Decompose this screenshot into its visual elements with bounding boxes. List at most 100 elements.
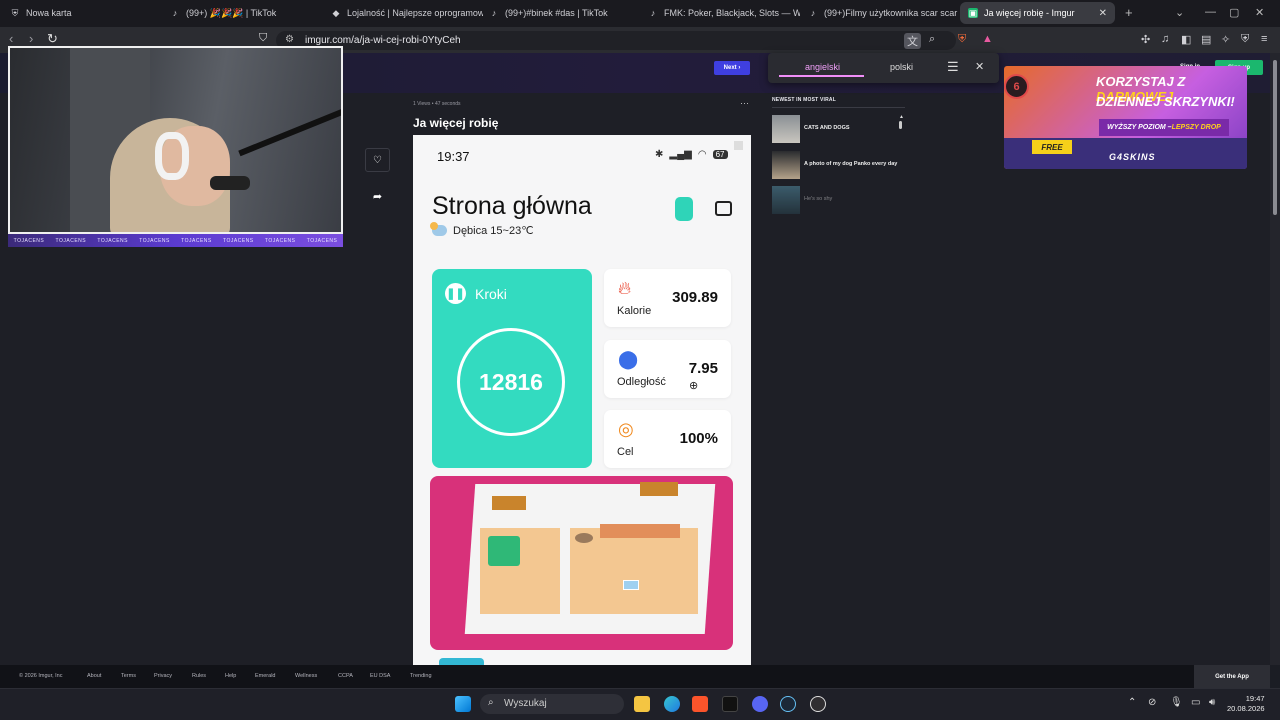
forward-icon[interactable]: › xyxy=(29,31,33,46)
capcut-icon[interactable] xyxy=(722,696,738,712)
network-off-icon[interactable]: ⊘ xyxy=(1148,697,1156,708)
new-tab-button[interactable]: + xyxy=(1125,5,1133,20)
phone-page-title: Strona główna xyxy=(432,192,592,220)
display-icon[interactable]: ▭ xyxy=(1191,697,1200,708)
footer-link[interactable]: CCPA xyxy=(338,673,353,679)
favorite-button[interactable]: ♡ xyxy=(365,148,390,172)
footer-link[interactable]: Privacy xyxy=(154,673,172,679)
battery-icon: 67 xyxy=(712,150,728,159)
partly-cloudy-icon xyxy=(430,222,447,236)
media-icon[interactable]: ♫ xyxy=(1161,33,1169,45)
microphone-icon xyxy=(210,176,250,190)
browser-tab[interactable]: ♪ (99+) 🎉🎉🎉 | TikTok xyxy=(162,2,322,24)
rug-illustration xyxy=(623,580,639,590)
footer-link[interactable]: EU DSA xyxy=(370,673,390,679)
browser-tab[interactable]: ♪ (99+)Filmy użytkownika scar scar (@ xyxy=(800,2,960,24)
chevron-down-icon[interactable]: ⌄ xyxy=(1175,6,1184,19)
room-illustration xyxy=(430,476,733,650)
sidebar-icon[interactable]: ◧ xyxy=(1181,33,1191,46)
cabinet-illustration xyxy=(492,496,526,510)
brave-shield-icon[interactable]: ⛨ xyxy=(958,33,966,46)
chevron-right-icon: › xyxy=(738,65,741,71)
edge-icon[interactable] xyxy=(664,696,680,712)
more-options-icon[interactable]: ··· xyxy=(740,98,749,108)
vpn-icon[interactable]: ⛨ xyxy=(1241,33,1249,46)
steps-ring: 12816 xyxy=(457,328,565,436)
microphone-icon[interactable]: 🎙︎ xyxy=(1170,697,1183,708)
minimize-icon[interactable]: — xyxy=(1205,6,1216,18)
steam-icon[interactable] xyxy=(780,696,796,712)
post-image[interactable]: 19:37 ✱ ▂▄▆ ◠ 67 Strona główna Dębica 15… xyxy=(413,135,751,665)
address-bar[interactable]: ⚙ imgur.com/a/ja-wi-cej-robi-0YtyCeh xyxy=(276,31,956,50)
volume-icon[interactable]: 🔊︎ xyxy=(1209,697,1215,708)
zoom-cursor-icon: ⊕ xyxy=(689,380,699,392)
viral-item[interactable]: He's so shy xyxy=(772,185,905,215)
browser-tab[interactable]: ◆ Lojalność | Najlepsze oprogramowa xyxy=(323,2,483,24)
footer-link[interactable]: Help xyxy=(225,673,236,679)
discord-icon[interactable] xyxy=(752,696,768,712)
browser-tab[interactable]: ⛨ Nowa karta xyxy=(2,2,162,24)
tab-title: FMK: Poker, Blackjack, Slots — Whe xyxy=(664,8,800,18)
wallet-icon[interactable]: ▤ xyxy=(1201,33,1211,46)
back-icon[interactable]: ‹ xyxy=(9,31,13,46)
sidebar-scrollbar[interactable]: ▲ xyxy=(899,115,904,131)
image-corner xyxy=(734,141,743,150)
taskbar-search[interactable]: ⌕ Wyszukaj xyxy=(480,694,624,714)
tab-title: Lojalność | Najlepsze oprogramowa xyxy=(347,8,483,18)
viral-item[interactable]: A photo of my dog Panko every day xyxy=(772,150,905,180)
next-post-button[interactable]: Next › xyxy=(714,61,750,75)
browser-tab[interactable]: ♪ (99+)#binek #das | TikTok xyxy=(481,2,641,24)
target-icon: ◎ xyxy=(618,419,634,439)
phone-status-bar: ✱ ▂▄▆ ◠ 67 xyxy=(655,149,728,160)
flame-icon: 🔥︎ xyxy=(618,278,632,298)
get-app-button[interactable]: Get the App xyxy=(1194,665,1270,688)
imgur-icon: ▣ xyxy=(968,7,978,18)
footer-link[interactable]: Terms xyxy=(121,673,136,679)
scrollbar-thumb[interactable] xyxy=(1273,60,1277,215)
calories-card: 🔥︎ Kalorie 309.89 xyxy=(604,269,731,327)
footer-link[interactable]: About xyxy=(87,673,101,679)
shield-icon: ⛨ xyxy=(11,7,19,18)
heart-icon: ♡ xyxy=(373,154,382,166)
lang-to-tab[interactable]: polski xyxy=(890,62,913,72)
close-icon[interactable]: ✕ xyxy=(1099,8,1107,19)
post-meta: 1 Views • 47 seconds xyxy=(413,101,461,107)
active-lang-underline xyxy=(779,75,864,77)
viral-item[interactable]: CATS AND DOGS xyxy=(772,114,905,144)
zoom-icon[interactable]: ⌕ xyxy=(929,33,935,46)
g4skins-ad-banner[interactable]: 6 KORZYSTAJ Z DARMOWEJ DZIENNEJ SKRZYNKI… xyxy=(1004,66,1247,169)
file-explorer-icon[interactable] xyxy=(634,696,650,712)
footer-link[interactable]: Emerald xyxy=(255,673,275,679)
browser-tab-active[interactable]: ▣ Ja więcej robię - Imgur ✕ xyxy=(960,2,1115,24)
maximize-icon[interactable]: ▢ xyxy=(1229,6,1239,19)
footer-link[interactable]: Wellness xyxy=(295,673,317,679)
lang-from-tab[interactable]: angielski xyxy=(805,62,840,72)
reload-icon[interactable]: ↻ xyxy=(47,31,58,47)
menu-icon[interactable]: ☰ xyxy=(947,59,959,75)
goal-card: ◎ Cel 100% xyxy=(604,410,731,468)
chevron-up-icon[interactable]: ⌃ xyxy=(1128,697,1136,708)
footer-link[interactable]: Trending xyxy=(410,673,432,679)
share-button[interactable]: ➦ xyxy=(365,184,390,208)
close-icon[interactable]: ✕ xyxy=(975,60,984,73)
system-clock[interactable]: 19:47 20.08.2026 xyxy=(1227,694,1265,714)
extensions-icon[interactable]: ✣ xyxy=(1141,33,1150,46)
browser-tab[interactable]: ♪ FMK: Poker, Blackjack, Slots — Whe xyxy=(640,2,800,24)
footer-copyright: © 2026 Imgur, Inc xyxy=(19,673,63,679)
tiktok-icon: ♪ xyxy=(810,8,816,18)
menu-icon[interactable]: ≡ xyxy=(1261,33,1267,45)
scroll-thumb[interactable] xyxy=(899,121,902,129)
scroll-up-icon[interactable]: ▲ xyxy=(899,115,904,120)
tab-title: Nowa karta xyxy=(26,8,72,18)
obs-icon[interactable] xyxy=(810,696,826,712)
footer-link[interactable]: Rules xyxy=(192,673,206,679)
site-info-icon[interactable]: ⚙ xyxy=(285,34,294,45)
next-card-peek xyxy=(439,658,484,665)
rewards-icon[interactable]: ▲ xyxy=(982,33,993,45)
leo-ai-icon[interactable]: ✧ xyxy=(1221,33,1230,46)
close-window-icon[interactable]: ✕ xyxy=(1255,6,1264,19)
translate-icon[interactable]: 文 xyxy=(904,33,921,49)
brave-icon[interactable] xyxy=(692,696,708,712)
windows-start-icon[interactable] xyxy=(455,696,471,712)
bookmark-icon[interactable]: ⛉ xyxy=(259,32,267,45)
